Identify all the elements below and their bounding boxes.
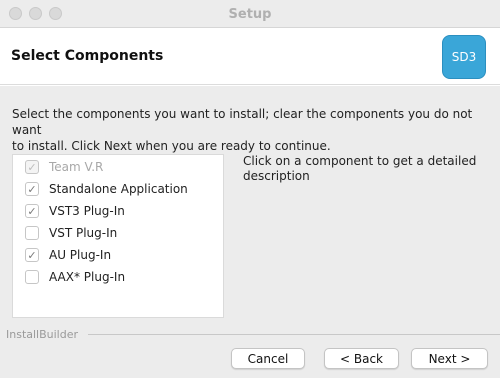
component-checkbox[interactable]: ✓: [25, 248, 39, 262]
app-logo-icon: SD3: [442, 35, 486, 79]
component-item-vst[interactable]: VST Plug-In: [25, 222, 117, 244]
component-list: ✓ Team V.R ✓ Standalone Application ✓ VS…: [12, 154, 224, 318]
window-title: Setup: [228, 7, 272, 22]
component-label: AU Plug-In: [49, 248, 112, 262]
brand-label: InstallBuilder: [6, 328, 83, 341]
component-item-vst3[interactable]: ✓ VST3 Plug-In: [25, 200, 125, 222]
component-label: VST Plug-In: [49, 226, 118, 240]
page-title: Select Components: [11, 48, 164, 64]
component-description: Click on a component to get a detailed d…: [243, 154, 477, 183]
component-checkbox[interactable]: ✓: [25, 204, 39, 218]
component-label: VST3 Plug-In: [49, 204, 125, 218]
cancel-button[interactable]: Cancel: [231, 348, 305, 369]
component-item-team-vr: ✓ Team V.R: [25, 156, 103, 178]
title-bar: Setup: [0, 0, 500, 28]
component-checkbox: ✓: [25, 160, 39, 174]
page-header: Select Components SD3: [0, 29, 500, 85]
component-item-aax[interactable]: AAX* Plug-In: [25, 266, 125, 288]
brand-line: InstallBuilder: [0, 328, 500, 341]
instructions-text: Select the components you want to instal…: [12, 107, 473, 153]
component-label: Team V.R: [49, 160, 104, 174]
back-button[interactable]: < Back: [324, 348, 399, 369]
main-content: Select the components you want to instal…: [0, 86, 500, 378]
component-checkbox[interactable]: ✓: [25, 182, 39, 196]
component-item-au[interactable]: ✓ AU Plug-In: [25, 244, 111, 266]
component-checkbox[interactable]: [25, 270, 39, 284]
component-label: AAX* Plug-In: [49, 270, 126, 284]
component-checkbox[interactable]: [25, 226, 39, 240]
component-item-standalone[interactable]: ✓ Standalone Application: [25, 178, 188, 200]
component-label: Standalone Application: [49, 182, 188, 196]
next-button[interactable]: Next >: [411, 348, 488, 369]
divider: [88, 334, 500, 335]
